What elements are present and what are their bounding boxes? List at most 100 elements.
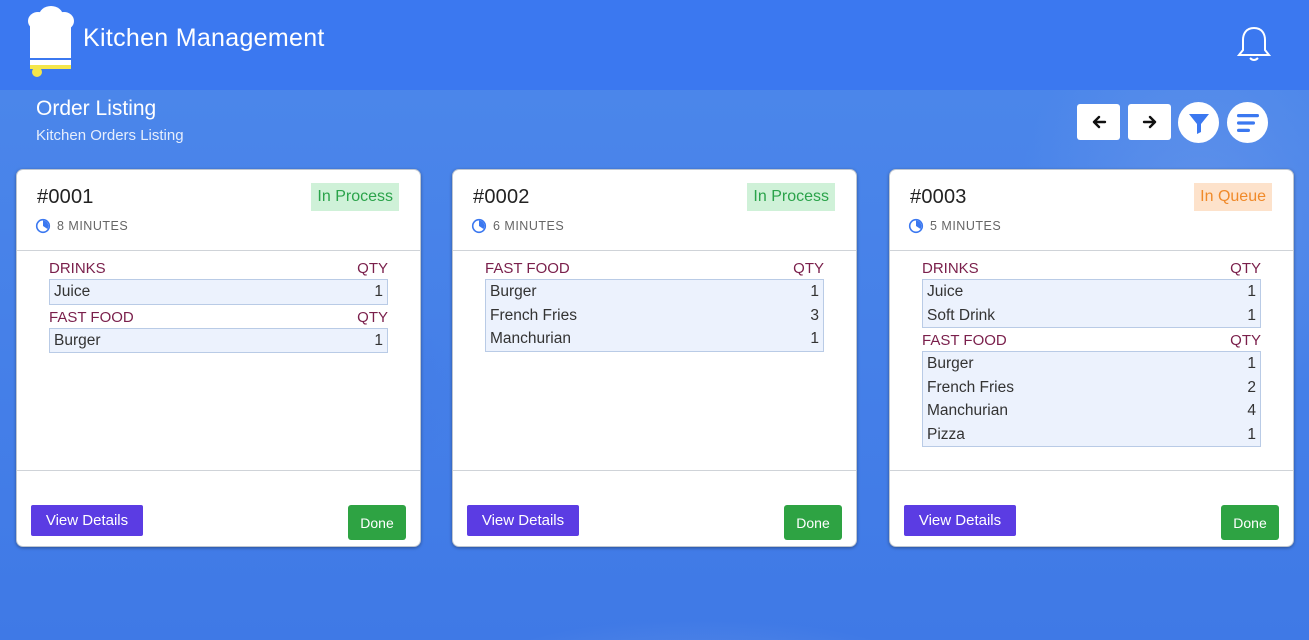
item-name: Manchurian bbox=[490, 330, 571, 347]
timer-icon bbox=[908, 218, 924, 234]
divider bbox=[890, 250, 1293, 251]
item-name: Manchurian bbox=[927, 402, 1008, 419]
item-name: Pizza bbox=[927, 425, 965, 443]
order-number: #0003 bbox=[910, 186, 967, 208]
order-item-row: Manchurian 4 bbox=[923, 399, 1260, 423]
item-name: Burger bbox=[54, 331, 101, 349]
item-section: DRINKS QTY Juice 1 Soft Drink 1 bbox=[922, 259, 1261, 328]
sort-button[interactable] bbox=[1227, 102, 1268, 143]
prev-button[interactable] bbox=[1077, 104, 1120, 140]
items-box: Juice 1 Soft Drink 1 bbox=[922, 279, 1261, 328]
item-name: Juice bbox=[54, 283, 91, 300]
divider bbox=[17, 470, 420, 471]
items-box: Burger 1 bbox=[49, 327, 388, 353]
sort-lines-icon bbox=[1236, 113, 1259, 132]
filter-icon bbox=[1188, 113, 1209, 134]
timer-icon bbox=[35, 218, 51, 234]
filter-button[interactable] bbox=[1178, 102, 1219, 143]
view-details-button[interactable]: View Details bbox=[467, 505, 579, 536]
elapsed-time: 6 MINUTES bbox=[493, 219, 565, 233]
item-qty: 1 bbox=[810, 330, 819, 347]
item-qty: 2 bbox=[1247, 378, 1256, 396]
item-name: Burger bbox=[927, 355, 974, 372]
item-name: Soft Drink bbox=[927, 306, 996, 324]
next-button[interactable] bbox=[1128, 104, 1171, 140]
divider bbox=[453, 250, 856, 251]
section-header: FAST FOOD QTY bbox=[485, 259, 824, 279]
view-details-button[interactable]: View Details bbox=[31, 505, 143, 536]
qty-label: QTY bbox=[793, 260, 824, 277]
view-details-button[interactable]: View Details bbox=[904, 505, 1016, 536]
order-timer: 8 MINUTES bbox=[35, 218, 128, 234]
item-qty: 1 bbox=[1247, 355, 1256, 372]
app-title: Kitchen Management bbox=[83, 24, 325, 52]
category-label: DRINKS bbox=[49, 260, 106, 277]
item-name: French Fries bbox=[490, 306, 577, 324]
qty-label: QTY bbox=[1230, 332, 1261, 349]
item-qty: 1 bbox=[1247, 306, 1256, 324]
item-qty: 1 bbox=[374, 331, 383, 349]
status-badge: In Queue bbox=[1194, 183, 1272, 211]
order-item-row: Juice 1 bbox=[923, 280, 1260, 304]
items-box: Burger 1 French Fries 3 Manchurian 1 bbox=[485, 279, 824, 352]
qty-label: QTY bbox=[357, 308, 388, 326]
item-qty: 1 bbox=[1247, 283, 1256, 300]
order-timer: 6 MINUTES bbox=[471, 218, 564, 234]
item-qty: 3 bbox=[810, 306, 819, 324]
section-header: DRINKS QTY bbox=[922, 259, 1261, 279]
item-qty: 4 bbox=[1247, 402, 1256, 419]
order-item-row: Burger 1 bbox=[923, 352, 1260, 376]
divider bbox=[17, 250, 420, 251]
item-qty: 1 bbox=[810, 283, 819, 300]
order-item-row: Pizza 1 bbox=[923, 423, 1260, 447]
divider bbox=[453, 470, 856, 471]
section-header: FAST FOOD QTY bbox=[49, 308, 388, 328]
item-section: FAST FOOD QTY Burger 1 French Fries 2 Ma… bbox=[922, 331, 1261, 447]
chef-hat-icon bbox=[28, 6, 74, 77]
order-card: #0001 In Process 8 MINUTES DRINKS QTY Ju… bbox=[16, 169, 421, 547]
category-label: FAST FOOD bbox=[485, 260, 570, 277]
order-item-row: French Fries 2 bbox=[923, 376, 1260, 400]
qty-label: QTY bbox=[357, 260, 388, 277]
timer-icon bbox=[471, 218, 487, 234]
order-items: FAST FOOD QTY Burger 1 French Fries 3 Ma… bbox=[485, 259, 824, 355]
item-name: Burger bbox=[490, 283, 537, 300]
section-header: DRINKS QTY bbox=[49, 259, 388, 279]
done-button[interactable]: Done bbox=[1221, 505, 1279, 540]
order-timer: 5 MINUTES bbox=[908, 218, 1001, 234]
order-item-row: Burger 1 bbox=[486, 280, 823, 304]
category-label: DRINKS bbox=[922, 260, 979, 277]
done-button[interactable]: Done bbox=[348, 505, 406, 540]
qty-label: QTY bbox=[1230, 260, 1261, 277]
page-subtitle: Kitchen Orders Listing bbox=[36, 127, 184, 144]
items-box: Burger 1 French Fries 2 Manchurian 4 Piz… bbox=[922, 351, 1261, 447]
divider bbox=[890, 470, 1293, 471]
order-item-row: French Fries 3 bbox=[486, 304, 823, 328]
elapsed-time: 5 MINUTES bbox=[930, 219, 1002, 233]
item-name: Juice bbox=[927, 283, 964, 300]
order-item-row: Manchurian 1 bbox=[486, 327, 823, 351]
category-label: FAST FOOD bbox=[49, 308, 134, 326]
order-items: DRINKS QTY Juice 1 FAST FOOD QTY Burger … bbox=[49, 259, 388, 356]
bell-icon[interactable] bbox=[1234, 24, 1274, 64]
order-item-row: Soft Drink 1 bbox=[923, 304, 1260, 328]
order-number: #0002 bbox=[473, 186, 530, 208]
arrow-left-icon bbox=[1092, 115, 1106, 129]
order-item-row: Juice 1 bbox=[50, 280, 387, 304]
order-number: #0001 bbox=[37, 186, 94, 208]
arrow-right-icon bbox=[1142, 115, 1156, 129]
item-qty: 1 bbox=[374, 283, 383, 300]
item-section: DRINKS QTY Juice 1 bbox=[49, 259, 388, 305]
item-section: FAST FOOD QTY Burger 1 bbox=[49, 308, 388, 353]
status-badge: In Process bbox=[747, 183, 835, 211]
items-box: Juice 1 bbox=[49, 279, 388, 305]
item-section: FAST FOOD QTY Burger 1 French Fries 3 Ma… bbox=[485, 259, 824, 352]
order-item-row: Burger 1 bbox=[50, 329, 387, 353]
done-button[interactable]: Done bbox=[784, 505, 842, 540]
elapsed-time: 8 MINUTES bbox=[57, 219, 129, 233]
item-qty: 1 bbox=[1247, 425, 1256, 443]
order-card: #0003 In Queue 5 MINUTES DRINKS QTY Juic… bbox=[889, 169, 1294, 547]
page-title: Order Listing bbox=[36, 97, 157, 120]
order-items: DRINKS QTY Juice 1 Soft Drink 1 FAST FOO… bbox=[922, 259, 1261, 450]
section-header: FAST FOOD QTY bbox=[922, 331, 1261, 351]
